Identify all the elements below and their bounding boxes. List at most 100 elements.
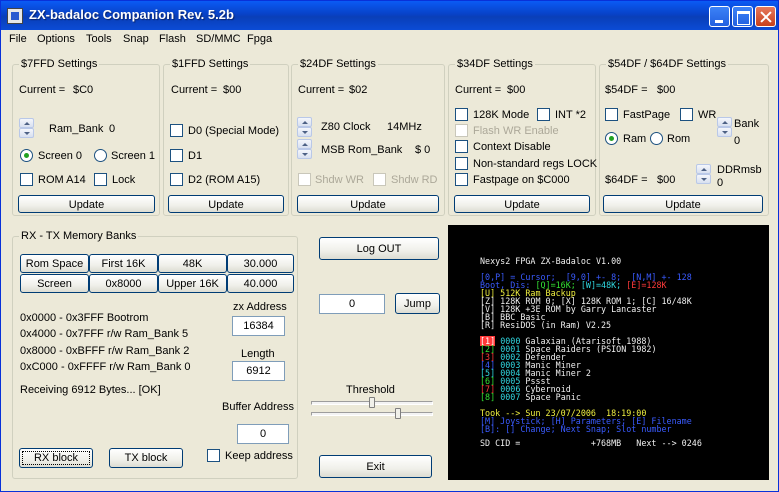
update-7ffd-button[interactable]: Update [18, 195, 155, 213]
shdw-wr-checkbox[interactable] [298, 173, 311, 186]
screen0-radio[interactable] [20, 149, 33, 162]
nonstd-lock-checkbox[interactable] [455, 157, 468, 170]
spin-up-icon[interactable] [717, 117, 732, 127]
40000-button[interactable]: 40.000 [227, 274, 294, 293]
zx-address-input[interactable]: 16384 [232, 316, 285, 336]
jump-address-input[interactable]: 0 [319, 294, 385, 314]
current-24df-label: Current = [298, 84, 345, 96]
first-16k-button[interactable]: First 16K [89, 254, 158, 273]
rom-label: Rom [667, 133, 691, 145]
buffer-address-input[interactable]: 0 [237, 424, 289, 444]
threshold-slider-thumb-1[interactable] [369, 397, 375, 408]
app-icon[interactable] [7, 8, 23, 24]
menu-sd-mmc[interactable]: SD/MMC [196, 33, 241, 45]
menu-file[interactable]: File [9, 33, 27, 45]
flash-wr-checkbox[interactable] [455, 124, 468, 137]
rom-space-button[interactable]: Rom Space [20, 254, 89, 273]
wr-checkbox[interactable] [680, 108, 693, 121]
spin-up-icon[interactable] [19, 118, 34, 128]
30000-button[interactable]: 30.000 [227, 254, 294, 273]
d0-label: D0 (Special Mode) [188, 125, 280, 137]
game-name-8: Space Panic [525, 392, 581, 402]
z80-clock-spinner[interactable] [297, 117, 312, 137]
update-54df-button[interactable]: Update [603, 195, 763, 213]
threshold-label: Threshold [346, 384, 395, 396]
context-disable-checkbox[interactable] [455, 140, 468, 153]
wr-label: WR [698, 109, 717, 121]
48k-button[interactable]: 48K [158, 254, 227, 273]
msb-rom-spinner[interactable] [297, 139, 312, 159]
minimize-button[interactable] [709, 6, 730, 27]
update-1ffd-button[interactable]: Update [168, 195, 284, 213]
d0-checkbox[interactable] [170, 124, 183, 137]
current-34df-label: Current = [455, 84, 502, 96]
update-34df-button[interactable]: Update [454, 195, 590, 213]
rom-a14-checkbox[interactable] [20, 173, 33, 186]
tx-block-button[interactable]: TX block [109, 448, 183, 468]
screen-button[interactable]: Screen [20, 274, 89, 293]
0x8000-button[interactable]: 0x8000 [89, 274, 158, 293]
menu-options[interactable]: Options [37, 33, 75, 45]
bank-spinner[interactable] [717, 117, 732, 137]
d1-checkbox[interactable] [170, 149, 183, 162]
bank-value: 0 [734, 135, 741, 147]
map-line-0: 0x0000 - 0x3FFF Bootrom [20, 312, 149, 324]
current-1ffd-value: $00 [223, 84, 242, 96]
spin-up-icon[interactable] [696, 164, 711, 174]
shdw-wr-label: Shdw WR [315, 174, 364, 186]
menu-snap[interactable]: Snap [123, 33, 149, 45]
update-24df-button[interactable]: Update [297, 195, 439, 213]
menu-flash[interactable]: Flash [159, 33, 186, 45]
info-128k: [E]=128K [626, 280, 667, 290]
fastpage-checkbox[interactable] [605, 108, 618, 121]
title-bar[interactable]: ZX-badaloc Companion Rev. 5.2b [1, 1, 778, 30]
spin-up-icon[interactable] [297, 117, 312, 127]
rom-a14-label: ROM A14 [38, 174, 86, 186]
current-24df-value: $02 [349, 84, 368, 96]
cur64-label: $64DF = [605, 174, 648, 186]
spin-down-icon[interactable] [297, 127, 312, 137]
menu-fpga[interactable]: Fpga [247, 33, 272, 45]
spin-down-icon[interactable] [696, 174, 711, 184]
maximize-button[interactable] [732, 6, 753, 27]
upper-16k-button[interactable]: Upper 16K [158, 274, 227, 293]
group-54df-title: $54DF / $64DF Settings [606, 58, 729, 70]
spin-down-icon[interactable] [19, 128, 34, 138]
menu-tools[interactable]: Tools [86, 33, 112, 45]
game-code-8: 0007 [500, 392, 521, 402]
length-input[interactable]: 6912 [232, 361, 285, 381]
spin-up-icon[interactable] [297, 139, 312, 149]
cur64-value: $00 [657, 174, 676, 186]
rom-radio[interactable] [650, 132, 663, 145]
close-button[interactable] [755, 6, 776, 27]
lock-checkbox[interactable] [94, 173, 107, 186]
d2-checkbox[interactable] [170, 173, 183, 186]
fastpage-c000-checkbox[interactable] [455, 173, 468, 186]
screen1-radio[interactable] [94, 149, 107, 162]
shdw-rd-checkbox[interactable] [373, 173, 386, 186]
exit-button[interactable]: Exit [319, 455, 432, 478]
threshold-slider-track-2[interactable] [311, 412, 433, 416]
ddrmsb-spinner[interactable] [696, 164, 711, 184]
spin-down-icon[interactable] [297, 149, 312, 159]
window-title: ZX-badaloc Companion Rev. 5.2b [29, 7, 234, 22]
int2-checkbox[interactable] [537, 108, 550, 121]
ram-label: Ram [623, 133, 647, 145]
int2-label: INT *2 [555, 109, 586, 121]
flash-wr-label: Flash WR Enable [473, 125, 559, 137]
zx-screen-display: Nexys2 FPGA ZX-Badaloc V1.00 [0,P] = Cur… [448, 225, 769, 480]
info-48k: [W]=48K; [580, 280, 622, 290]
jump-button[interactable]: Jump [395, 293, 440, 314]
ram-bank-spinner[interactable] [19, 118, 34, 138]
threshold-slider-thumb-2[interactable] [395, 408, 401, 419]
map-line-1: 0x4000 - 0x7FFF r/w Ram_Bank 5 [20, 328, 189, 340]
keep-address-checkbox[interactable] [207, 449, 220, 462]
log-out-button[interactable]: Log OUT [319, 237, 439, 260]
mode-128k-checkbox[interactable] [455, 108, 468, 121]
rx-block-button[interactable]: RX block [19, 448, 93, 468]
spin-down-icon[interactable] [717, 127, 732, 137]
group-rx-tx-title: RX - TX Memory Banks [19, 230, 139, 242]
ram-radio[interactable] [605, 132, 618, 145]
shdw-rd-label: Shdw RD [391, 174, 438, 186]
ram-bank-label: Ram_Bank [49, 123, 104, 135]
